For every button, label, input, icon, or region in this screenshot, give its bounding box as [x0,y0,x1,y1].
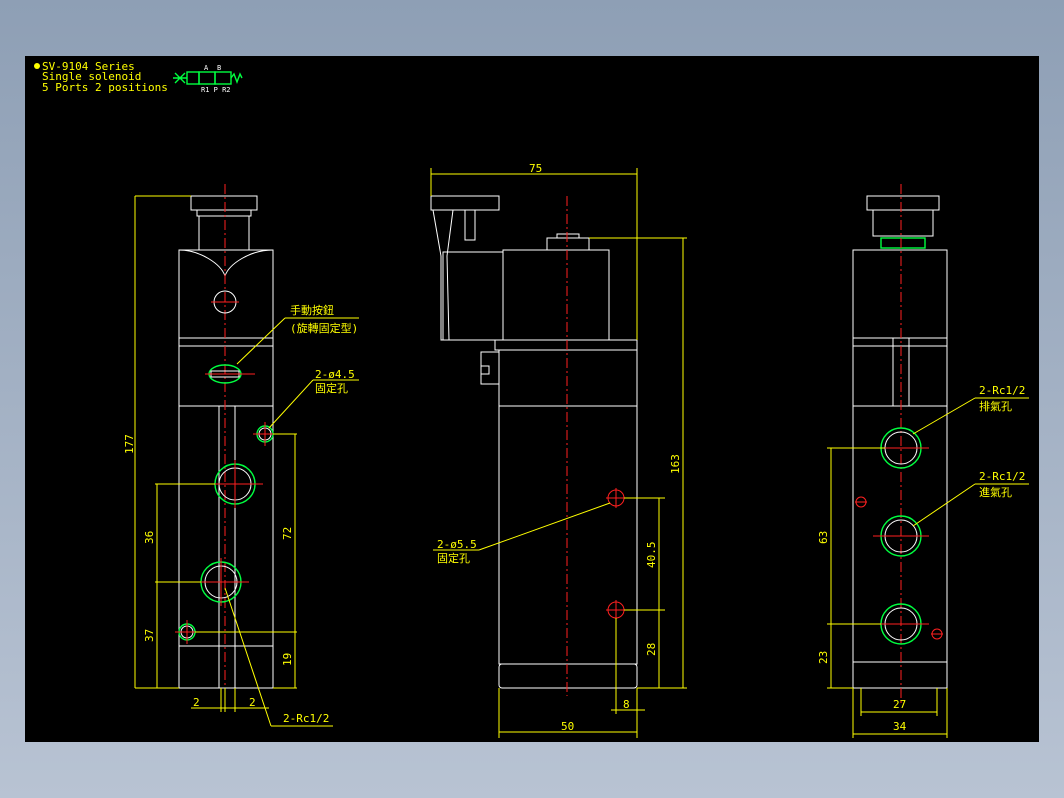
side-mount-hole-sub: 固定孔 [437,551,470,565]
dim-height: 177 [123,434,136,454]
ports-positions: 5 Ports 2 positions [42,81,168,94]
valve-symbol-icon: A B R1 P R2 [173,64,243,94]
dim-port-spacing: 36 [143,531,156,544]
solenoid-coil [502,249,610,341]
exhaust-sub: 排氣孔 [979,399,1012,413]
inlet-sub: 進氣孔 [979,485,1012,499]
port-label: 2-Rc1/2 [283,712,329,725]
manual-button-label: 手動按鈕 [290,303,334,317]
dim-width-bottom: 50 [561,720,574,733]
side-view: 75 163 40.5 28 8 50 2-ø5.5 固定孔 [430,162,687,738]
bullet-icon [34,63,40,69]
dim-hole-edge: 8 [623,698,630,711]
dim-port-spacing-back: 63 [817,531,830,544]
manual-button-sub: (旋轉固定型) [290,321,358,335]
dim-port-bottom: 37 [143,629,156,642]
front-view: 177 36 37 72 19 2 2 手動按鈕 (旋轉固定型) 2-ø4.5 … [123,184,359,727]
dim-inner-width: 27 [893,698,906,711]
dim-offset-right: 2 [249,696,256,709]
cad-drawing: SV-9104 Series Single solenoid 5 Ports 2… [34,60,1029,738]
side-mount-hole-label: 2-ø5.5 [437,538,477,551]
mount-hole-sub: 固定孔 [315,381,348,395]
svg-text:A: A [204,64,209,72]
dim-width-top: 75 [529,162,542,175]
mount-hole-label: 2-ø4.5 [315,368,355,381]
dim-hole-spacing-side: 40.5 [645,542,658,569]
svg-text:R1 P R2: R1 P R2 [201,86,231,94]
inlet-label: 2-Rc1/2 [979,470,1025,483]
dim-port-bottom-back: 23 [817,651,830,664]
exhaust-label: 2-Rc1/2 [979,384,1025,397]
drawing-canvas: SV-9104 Series Single solenoid 5 Ports 2… [25,56,1039,742]
dim-height-side: 163 [669,454,682,474]
dim-hole-spacing: 72 [281,527,294,540]
dim-offset-left: 2 [193,696,200,709]
connector [442,251,504,341]
dim-width-back: 34 [893,720,907,733]
title-block: SV-9104 Series Single solenoid 5 Ports 2… [34,60,243,94]
dim-hole-bottom: 19 [281,653,294,666]
valve-body-back [852,249,948,689]
dim-hole-bottom-side: 28 [645,643,658,656]
svg-text:B: B [217,64,221,72]
valve-body [178,249,274,689]
back-view: 63 23 27 34 2-Rc1/2 排氣孔 2-Rc1/2 進氣孔 [817,184,1029,738]
